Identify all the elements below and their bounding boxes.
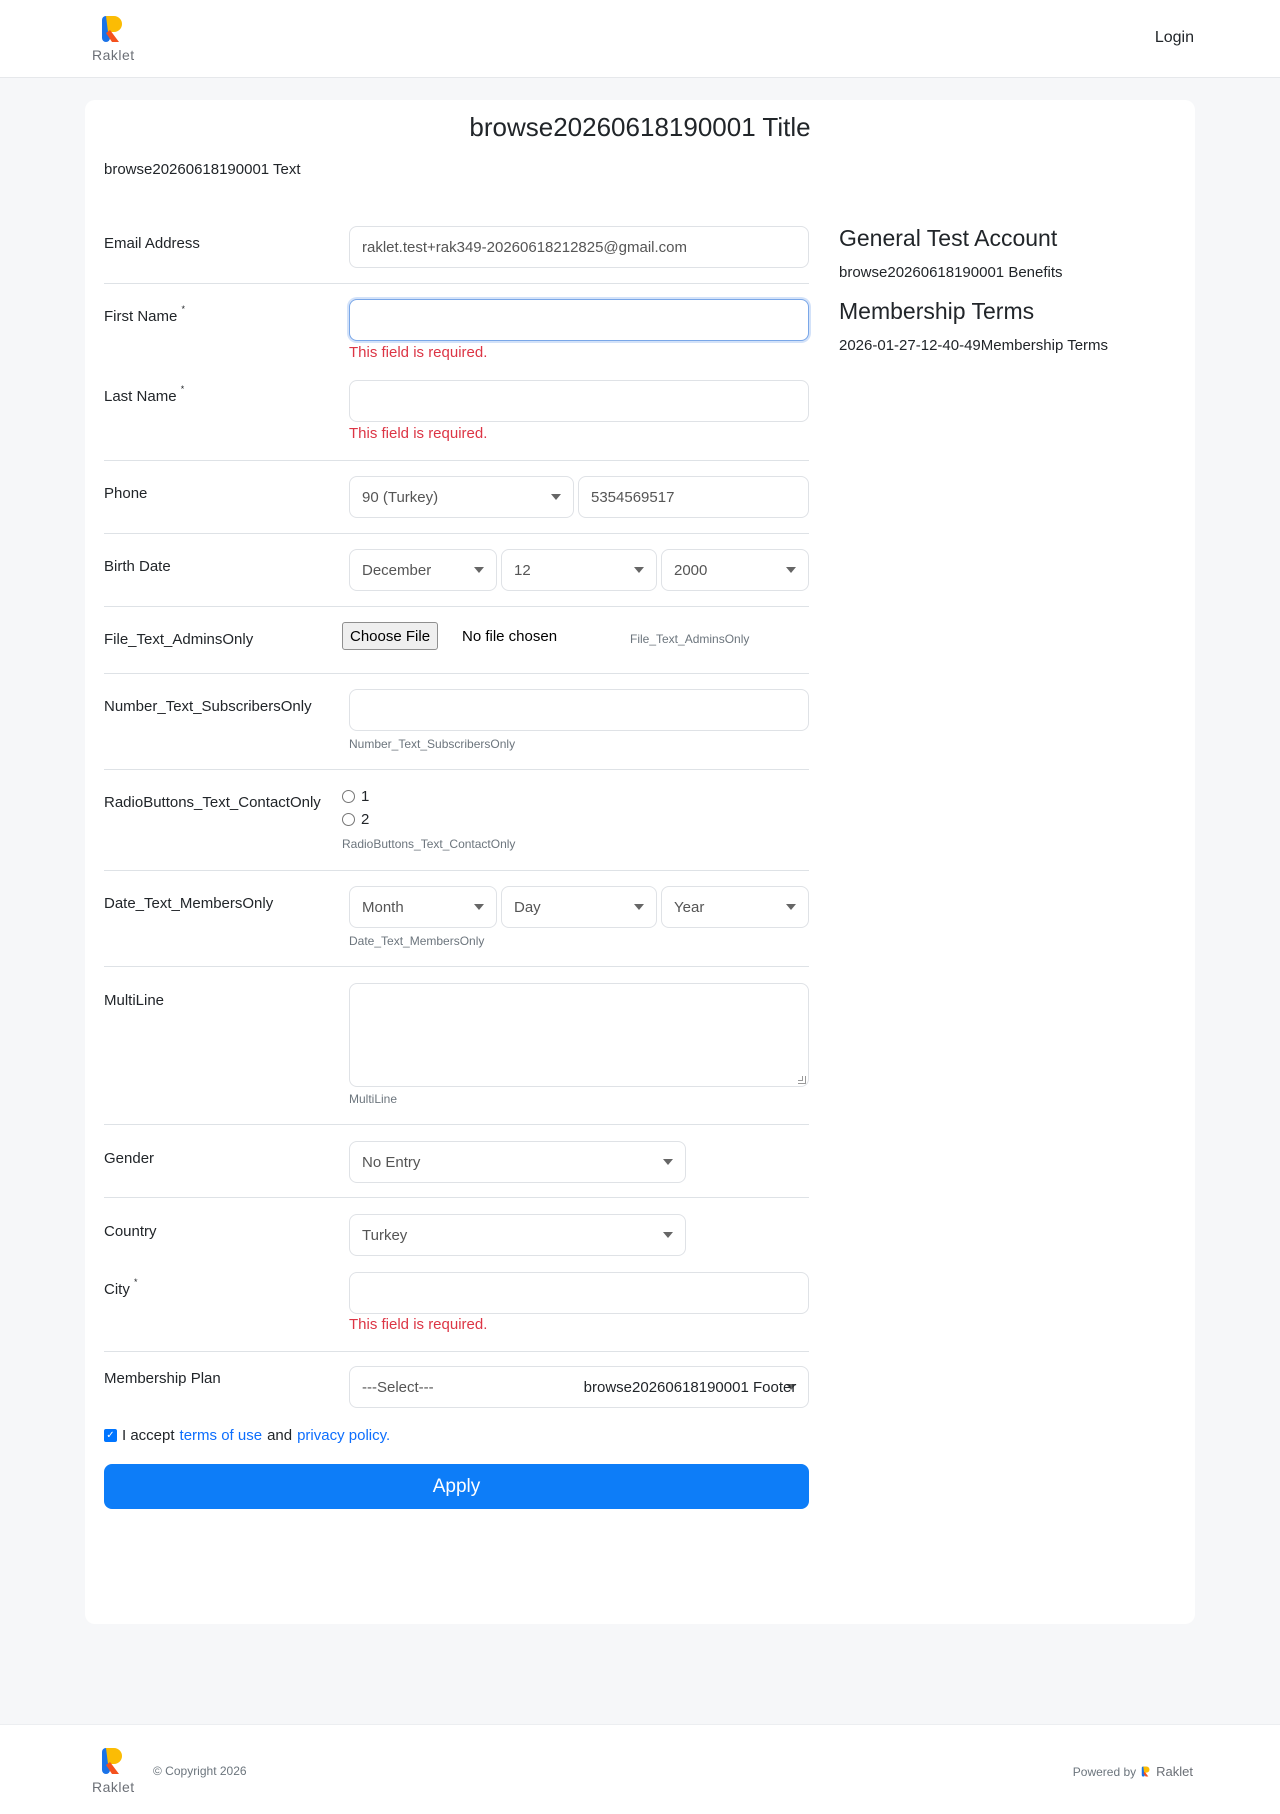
divider bbox=[104, 460, 809, 461]
top-navbar: Raklet Login bbox=[0, 0, 1280, 78]
phone-country-select[interactable]: 90 (Turkey) bbox=[349, 476, 574, 518]
radio-circle[interactable] bbox=[342, 790, 355, 803]
chevron-down-icon bbox=[634, 567, 644, 573]
footer-brand-name: Raklet bbox=[92, 1779, 135, 1795]
multiline-label: MultiLine bbox=[104, 992, 165, 1009]
gender-label: Gender bbox=[104, 1150, 155, 1167]
login-link[interactable]: Login bbox=[1155, 29, 1194, 47]
last-name-error: This field is required. bbox=[349, 425, 488, 442]
chevron-down-icon bbox=[786, 904, 796, 910]
powered-brand-name: Raklet bbox=[1156, 1764, 1193, 1779]
multiline-help-text: MultiLine bbox=[349, 1092, 398, 1106]
footer-raklet-logo[interactable]: Raklet bbox=[92, 1746, 135, 1795]
date-month-select[interactable]: Month bbox=[349, 886, 497, 928]
chevron-down-icon bbox=[634, 904, 644, 910]
divider bbox=[104, 1124, 809, 1125]
radio-option-1[interactable]: 1 bbox=[342, 788, 369, 805]
radio-option-2[interactable]: 2 bbox=[342, 811, 369, 828]
city-label: City * bbox=[104, 1277, 138, 1298]
terms-of-use-link[interactable]: terms of use bbox=[180, 1427, 263, 1444]
date-year-select[interactable]: Year bbox=[661, 886, 809, 928]
file-help-text: File_Text_AdminsOnly bbox=[630, 632, 750, 646]
number-input[interactable] bbox=[349, 689, 809, 731]
email-label: Email Address bbox=[104, 235, 200, 252]
divider bbox=[104, 283, 809, 284]
chevron-down-icon bbox=[663, 1159, 673, 1165]
divider bbox=[104, 1197, 809, 1198]
divider bbox=[104, 1351, 809, 1352]
birth-date-label: Birth Date bbox=[104, 558, 171, 575]
file-label: File_Text_AdminsOnly bbox=[104, 631, 254, 648]
first-name-label: First Name * bbox=[104, 304, 186, 325]
file-status: No file chosen bbox=[462, 628, 558, 645]
apply-button[interactable]: Apply bbox=[104, 1464, 809, 1509]
page-text: browse20260618190001 Text bbox=[104, 161, 301, 178]
chevron-down-icon bbox=[551, 494, 561, 500]
country-label: Country bbox=[104, 1223, 157, 1240]
number-label: Number_Text_SubscribersOnly bbox=[104, 698, 312, 715]
city-input[interactable] bbox=[349, 1272, 809, 1314]
city-error: This field is required. bbox=[349, 1316, 488, 1333]
brand-name: Raklet bbox=[92, 47, 135, 63]
raklet-mini-logo-icon bbox=[1141, 1766, 1150, 1777]
chevron-down-icon bbox=[663, 1232, 673, 1238]
powered-by-label: Powered by bbox=[1072, 1764, 1137, 1779]
divider bbox=[104, 769, 809, 770]
raklet-logo-icon bbox=[102, 16, 123, 42]
membership-terms-title: Membership Terms bbox=[839, 298, 1035, 324]
account-title: General Test Account bbox=[839, 225, 1058, 251]
radio-label: RadioButtons_Text_ContactOnly bbox=[104, 794, 321, 811]
membership-terms-text: 2026-01-27-12-40-49Membership Terms bbox=[839, 337, 1109, 354]
email-value: raklet.test+rak349-20260618212825@gmail.… bbox=[362, 238, 688, 256]
choose-file-button[interactable]: Choose File bbox=[342, 622, 439, 650]
radio-help-text: RadioButtons_Text_ContactOnly bbox=[342, 837, 516, 851]
last-name-label: Last Name * bbox=[104, 384, 185, 405]
raklet-logo-icon bbox=[102, 1748, 123, 1774]
phone-number-input[interactable]: 5354569517 bbox=[578, 476, 809, 518]
card-footer-text: browse20260618190001 Footer bbox=[583, 1379, 797, 1396]
accept-terms-row: ✓ I accept terms of use and privacy poli… bbox=[104, 1427, 390, 1444]
divider bbox=[104, 533, 809, 534]
terms-prefix: I accept bbox=[122, 1427, 175, 1444]
birth-month-select[interactable]: December bbox=[349, 549, 497, 591]
privacy-policy-link[interactable]: privacy policy. bbox=[297, 1427, 390, 1444]
divider bbox=[104, 870, 809, 871]
first-name-input[interactable] bbox=[349, 299, 809, 341]
radio-circle[interactable] bbox=[342, 813, 355, 826]
signup-card: browse20260618190001 Title browse2026061… bbox=[85, 100, 1195, 1624]
chevron-down-icon bbox=[474, 567, 484, 573]
first-name-error: This field is required. bbox=[349, 344, 488, 361]
terms-and: and bbox=[267, 1427, 293, 1444]
date-day-select[interactable]: Day bbox=[501, 886, 657, 928]
chevron-down-icon bbox=[786, 567, 796, 573]
accept-terms-checkbox[interactable]: ✓ bbox=[104, 1429, 117, 1442]
raklet-logo[interactable]: Raklet bbox=[92, 14, 135, 63]
date-help-text: Date_Text_MembersOnly bbox=[349, 934, 485, 948]
phone-label: Phone bbox=[104, 485, 148, 502]
resize-handle-icon[interactable] bbox=[798, 1076, 806, 1084]
multiline-textarea[interactable] bbox=[349, 983, 809, 1087]
birth-year-select[interactable]: 2000 bbox=[661, 549, 809, 591]
number-help-text: Number_Text_SubscribersOnly bbox=[349, 737, 516, 751]
page-title: browse20260618190001 Title bbox=[469, 112, 811, 142]
copyright-text: © Copyright 2026 bbox=[153, 1764, 247, 1778]
last-name-input[interactable] bbox=[349, 380, 809, 422]
country-select[interactable]: Turkey bbox=[349, 1214, 686, 1256]
page-footer: Raklet © Copyright 2026 Powered by Rakle… bbox=[0, 1724, 1280, 1814]
benefits-text: browse20260618190001 Benefits bbox=[839, 264, 1063, 281]
chevron-down-icon bbox=[474, 904, 484, 910]
divider bbox=[104, 966, 809, 967]
gender-select[interactable]: No Entry bbox=[349, 1141, 686, 1183]
birth-day-select[interactable]: 12 bbox=[501, 549, 657, 591]
date-label: Date_Text_MembersOnly bbox=[104, 895, 274, 912]
email-input[interactable]: raklet.test+rak349-20260618212825@gmail.… bbox=[349, 226, 809, 268]
powered-by[interactable]: Powered by Raklet bbox=[1073, 1764, 1193, 1779]
divider bbox=[104, 606, 809, 607]
divider bbox=[104, 673, 809, 674]
